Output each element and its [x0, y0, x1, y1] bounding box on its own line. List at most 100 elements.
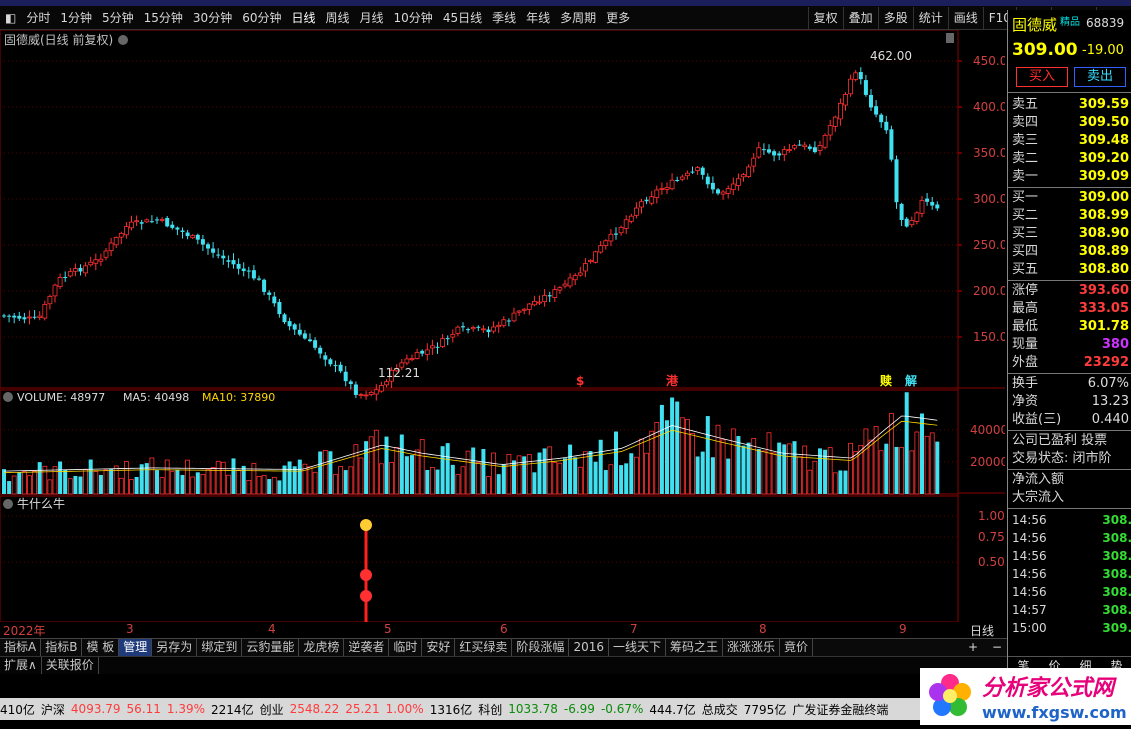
volume-bar — [52, 466, 58, 495]
indicator-tab[interactable]: 涨涨涨乐 — [723, 639, 781, 656]
period-tab[interactable]: 45日线 — [438, 7, 487, 29]
candle-body — [455, 326, 461, 334]
candle-body — [603, 240, 609, 246]
candle-body — [262, 279, 267, 292]
ask-row[interactable]: 卖三 309.48 — [1008, 132, 1131, 150]
toolbar-button[interactable]: 统计 — [912, 7, 948, 29]
period-tab[interactable]: 5分钟 — [97, 7, 139, 29]
tick-price: 308. — [1102, 531, 1131, 545]
volume-bar — [155, 470, 159, 494]
indicator-tab[interactable]: 指标B — [41, 639, 83, 656]
candle-body — [287, 321, 292, 327]
candle-body — [206, 244, 210, 249]
volume-bar — [425, 469, 430, 494]
index-star-label[interactable]: 科创 — [478, 701, 502, 718]
event-marker[interactable]: $ — [576, 374, 584, 388]
volume-bar — [63, 469, 68, 494]
period-tab[interactable]: 30分钟 — [188, 7, 237, 29]
tick-price: 308. — [1102, 567, 1131, 581]
ask-row[interactable]: 卖一 309.09 — [1008, 168, 1131, 186]
period-tab[interactable]: 10分钟 — [389, 7, 438, 29]
indicator-tab[interactable]: 竟价 — [780, 639, 814, 656]
period-tab[interactable]: 1分钟 — [55, 7, 97, 29]
bid-row[interactable]: 买五 308.80 — [1008, 261, 1131, 279]
volume-bar — [11, 475, 17, 495]
event-marker[interactable]: 赎 — [880, 373, 892, 388]
sell-button[interactable]: 卖出 — [1074, 67, 1126, 87]
toolbar-button[interactable]: 叠加 — [842, 7, 878, 29]
indicator-tab[interactable]: 绑定到 — [197, 639, 243, 656]
period-label[interactable]: 日线 — [970, 622, 994, 639]
period-tab[interactable]: 季线 — [487, 7, 521, 29]
ask-row[interactable]: 卖四 309.50 — [1008, 114, 1131, 132]
indicator-tab[interactable]: 龙虎榜 — [299, 639, 345, 656]
period-tab[interactable]: 60分钟 — [237, 7, 286, 29]
indicator-tab[interactable]: 逆袭者 — [344, 639, 390, 656]
ask-row[interactable]: 卖二 309.20 — [1008, 150, 1131, 168]
menu-toggle-icon[interactable]: ◧ — [0, 7, 21, 29]
volume-bar — [185, 459, 191, 495]
period-tab[interactable]: 日线 — [286, 7, 320, 29]
candle-body — [741, 174, 746, 178]
date-axis: 2022年 3 4 5 6 7 8 9 日线 — [0, 622, 1007, 638]
period-tab[interactable]: 周线 — [321, 7, 355, 29]
candle-body — [93, 259, 99, 264]
bid-row[interactable]: 买四 308.89 — [1008, 243, 1131, 261]
volume-bar — [537, 452, 542, 494]
volume-bar — [419, 439, 425, 495]
period-tab[interactable]: 多周期 — [555, 7, 601, 29]
indicator-tab[interactable]: 阶段涨幅 — [512, 639, 570, 656]
period-tab[interactable]: 15分钟 — [139, 7, 188, 29]
volume-bar — [200, 473, 206, 495]
expand-button[interactable]: 扩展∧ — [0, 657, 42, 674]
candle-body — [313, 340, 318, 348]
toolbar-button[interactable]: 多股 — [877, 7, 913, 29]
indicator-tab[interactable]: 2016 — [569, 639, 609, 656]
related-quote-button[interactable]: 关联报价 — [42, 657, 99, 674]
bid-row[interactable]: 买二 308.99 — [1008, 207, 1131, 225]
buy-button[interactable]: 买入 — [1016, 67, 1068, 87]
index-gem-label[interactable]: 创业 — [260, 701, 284, 718]
volume-tick-label: 40000 — [970, 423, 1005, 437]
index-shsz-label[interactable]: 沪深 — [41, 701, 65, 718]
period-tab[interactable]: 月线 — [355, 7, 389, 29]
period-tab[interactable]: 年线 — [521, 7, 555, 29]
candle-body — [226, 260, 231, 262]
indicator-tab[interactable]: 筹码之王 — [666, 639, 724, 656]
indicator-tab[interactable]: 云豹量能 — [242, 639, 300, 656]
indicator-tab[interactable]: 红买绿卖 — [455, 639, 513, 656]
volume-bar — [526, 454, 532, 495]
volume-bar — [348, 466, 354, 495]
toolbar-button[interactable]: 画线 — [947, 7, 983, 29]
candle-body — [241, 268, 246, 272]
remove-icon[interactable]: − — [992, 639, 1002, 656]
indicator-tab[interactable]: 安好 — [422, 639, 456, 656]
toolbar-button[interactable]: 复权 — [807, 7, 843, 29]
indicator-tab[interactable]: 临时 — [389, 639, 423, 656]
stock-name[interactable]: 固德威 — [1012, 14, 1057, 35]
volume-bar — [710, 457, 715, 494]
volume-bar — [583, 451, 588, 495]
period-tab[interactable]: 分时 — [21, 7, 55, 29]
candle-body — [583, 263, 588, 272]
indicator-tab[interactable]: 管理 — [119, 639, 153, 656]
bid-row[interactable]: 买三 308.90 — [1008, 225, 1131, 243]
indicator-tab[interactable]: 指标A — [0, 639, 42, 656]
candle-body — [894, 159, 899, 203]
event-marker[interactable]: 解 — [905, 373, 917, 388]
main-chart-svg[interactable]: 450.0 400.0 350.0 300.0 250.0 200.0 150.0 固德威(日… — [0, 29, 1008, 623]
candle-body — [904, 218, 909, 227]
add-icon[interactable]: + — [968, 639, 978, 656]
indicator-tab[interactable]: 模 板 — [82, 639, 120, 656]
event-marker[interactable]: 港 — [666, 373, 679, 388]
ask-row[interactable]: 卖五 309.59 — [1008, 96, 1131, 114]
candle-body — [659, 188, 665, 190]
volume-bar — [812, 460, 818, 495]
bid-row[interactable]: 买一 309.00 — [1008, 189, 1131, 207]
candle-body — [378, 385, 384, 392]
volume-bar — [103, 469, 109, 495]
indicator-tab[interactable]: 一线天下 — [609, 639, 666, 656]
indicator-tab[interactable]: 另存为 — [152, 639, 198, 656]
candle-body — [129, 221, 134, 229]
period-tab[interactable]: 更多 — [601, 7, 635, 29]
